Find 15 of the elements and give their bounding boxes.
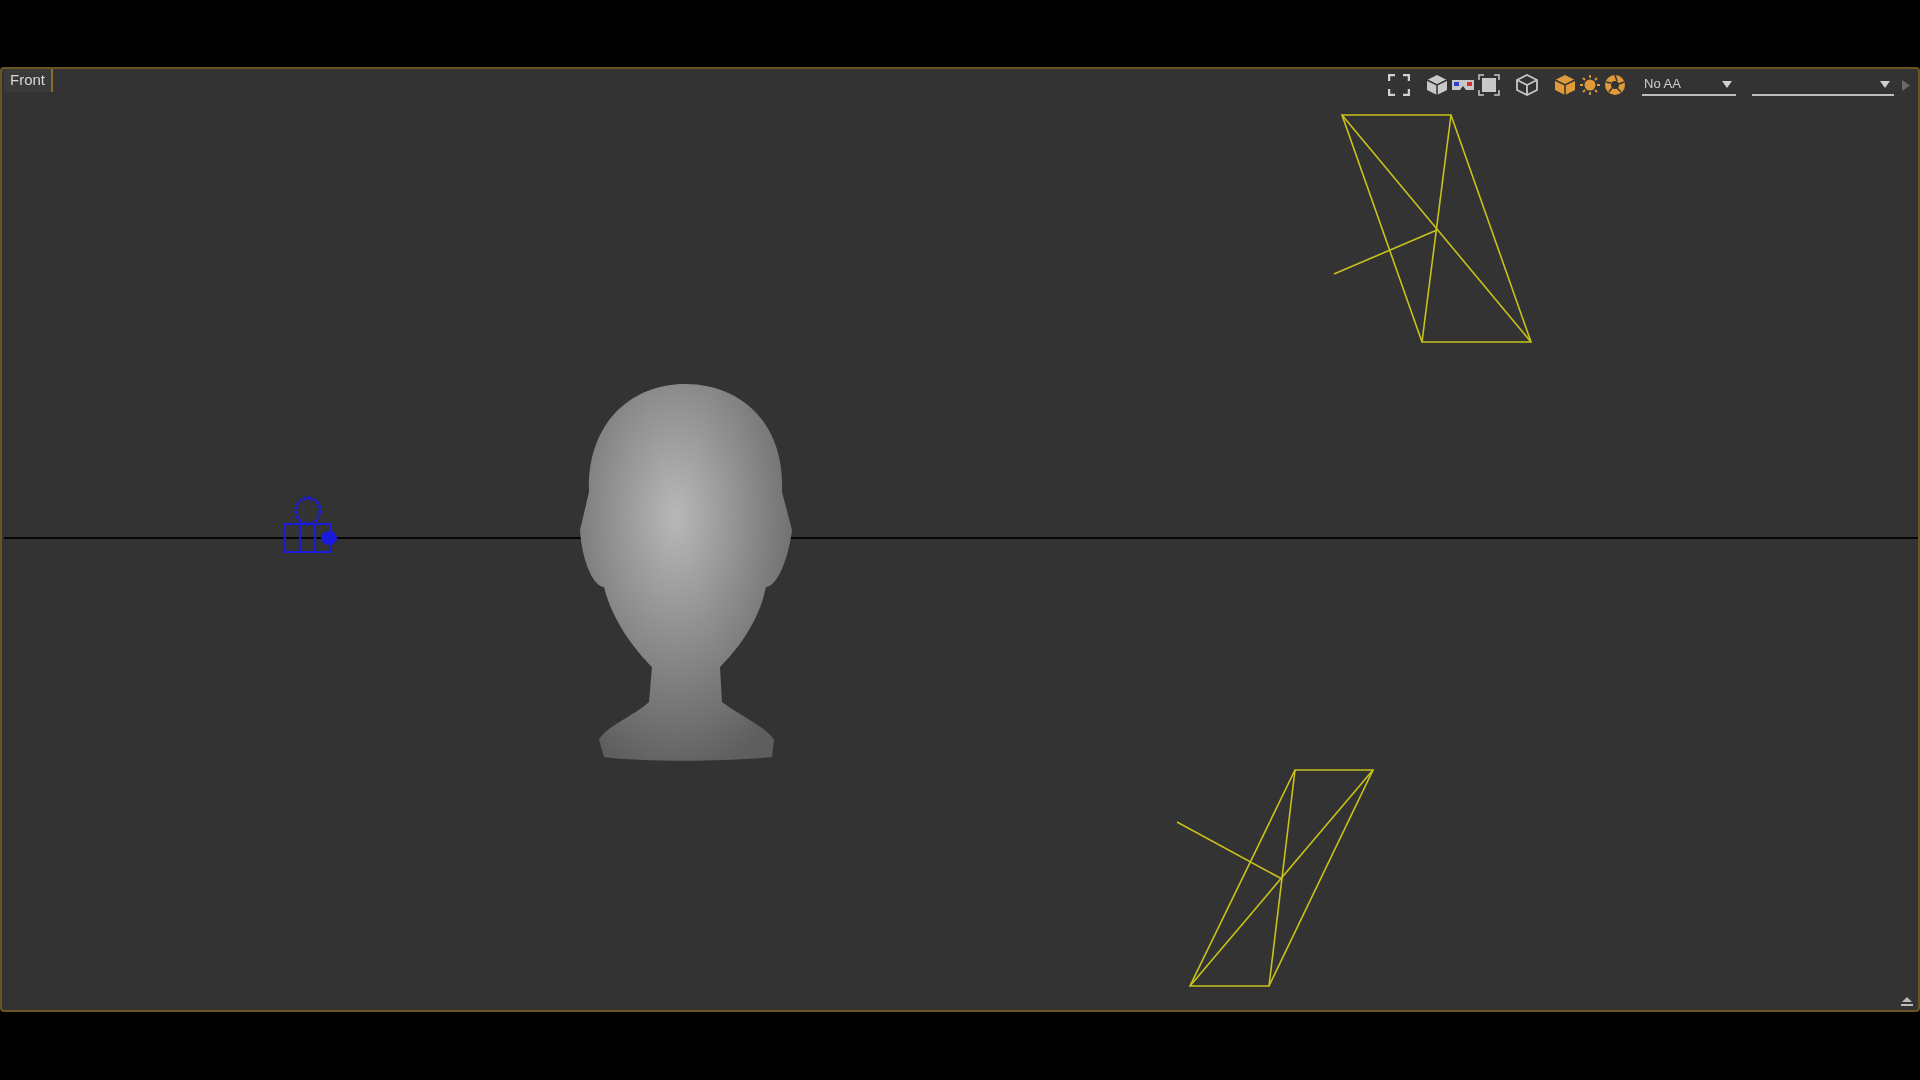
stereo-glasses-icon[interactable] xyxy=(1452,78,1474,92)
viewport-label[interactable]: Front xyxy=(4,69,53,92)
frame-icon[interactable] xyxy=(1478,74,1500,96)
aperture-icon[interactable] xyxy=(1604,74,1626,96)
dropdown-arrow-icon xyxy=(1722,80,1732,88)
resize-handle-icon[interactable] xyxy=(1900,997,1914,1006)
solid-cube-icon[interactable] xyxy=(1426,74,1448,96)
fullscreen-icon[interactable] xyxy=(1388,74,1410,96)
camera-wireframe-icon[interactable] xyxy=(1176,769,1375,987)
wireframe-cube-icon[interactable] xyxy=(1516,74,1538,96)
camera-wireframe-icon[interactable] xyxy=(1333,114,1533,343)
anti-aliasing-dropdown[interactable]: No AA xyxy=(1642,74,1736,96)
shaded-cube-icon[interactable] xyxy=(1554,74,1576,96)
dropdown-arrow-icon xyxy=(1880,80,1890,88)
sun-icon[interactable] xyxy=(1580,75,1600,95)
